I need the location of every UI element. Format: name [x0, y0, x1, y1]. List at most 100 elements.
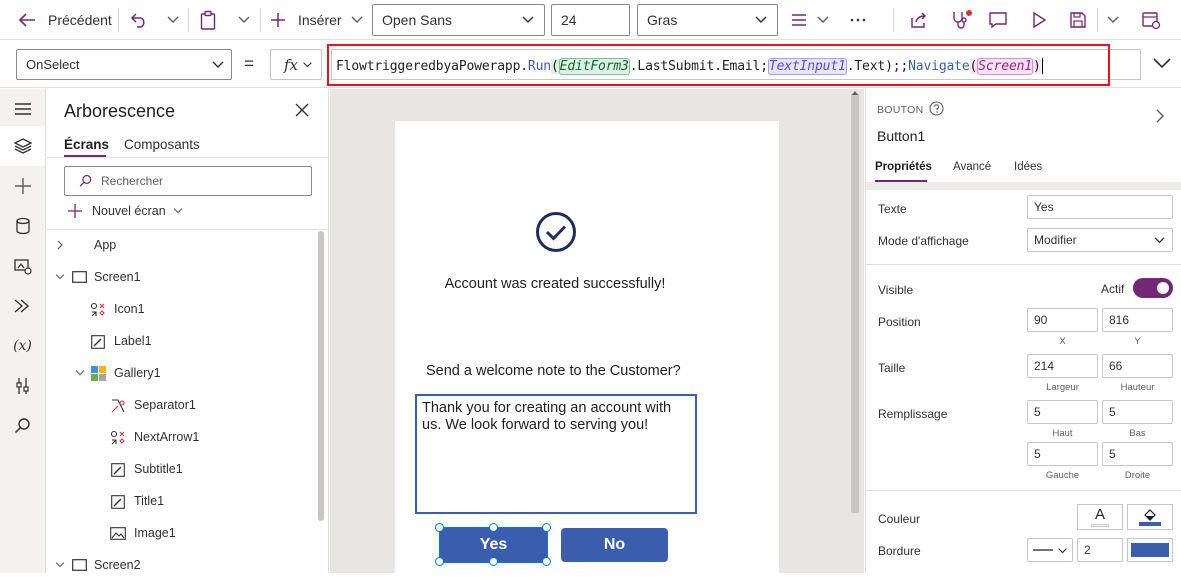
tree-item-label1[interactable]: Label1	[47, 325, 317, 357]
tab-advanced[interactable]: Avancé	[953, 161, 991, 173]
fx-button[interactable]: fx	[270, 49, 322, 80]
save-dropdown[interactable]	[1106, 0, 1120, 40]
expand-formula-button[interactable]	[1152, 56, 1172, 70]
insert-button[interactable]: Insérer	[270, 0, 364, 40]
tree-item-nextarrow1[interactable]: NextArrow1	[47, 421, 317, 453]
text-cursor	[1041, 58, 1043, 74]
data-button[interactable]	[0, 206, 45, 246]
border-color-button[interactable]	[1127, 538, 1173, 562]
chevron-right-icon[interactable]	[1155, 108, 1165, 124]
menu-button[interactable]	[0, 89, 45, 129]
search-rail-button[interactable]	[0, 406, 45, 446]
text-color-button[interactable]: A	[1077, 504, 1123, 530]
fill-color-button[interactable]	[1127, 504, 1173, 530]
visible-state: Actif	[1101, 282, 1125, 296]
scroll-up-arrow[interactable]	[851, 89, 859, 97]
paste-button[interactable]	[199, 0, 217, 40]
display-mode-dropdown[interactable]: Modifier	[1027, 228, 1173, 252]
undo-button[interactable]	[130, 0, 148, 40]
resize-handle[interactable]	[542, 557, 551, 566]
close-panel-button[interactable]	[295, 103, 309, 117]
tab-components[interactable]: Composants	[124, 137, 200, 152]
preview-button[interactable]	[1030, 0, 1048, 40]
new-screen-button[interactable]: Nouvel écran	[68, 204, 184, 218]
formula-token: Run	[527, 58, 551, 74]
note-text-input[interactable]: Thank you for creating an account with u…	[415, 394, 697, 514]
resize-handle[interactable]	[542, 523, 551, 532]
panel-title: Arborescence	[64, 101, 176, 121]
tree-item-title1[interactable]: Title1	[47, 485, 317, 517]
chevron-down-icon	[211, 60, 225, 70]
insert-label: Insérer	[298, 12, 342, 28]
resize-handle[interactable]	[435, 523, 444, 532]
visible-toggle[interactable]	[1133, 278, 1173, 298]
tree-item-label: Separator1	[134, 398, 196, 412]
tree-item-subtitle1[interactable]: Subtitle1	[47, 453, 317, 485]
tree-item-label: Icon1	[114, 302, 145, 316]
tools-button[interactable]	[0, 366, 45, 406]
tab-screens[interactable]: Écrans	[64, 137, 109, 152]
display-mode-value: Modifier	[1034, 233, 1077, 247]
resize-handle[interactable]	[435, 557, 444, 566]
tab-ideas[interactable]: Idées	[1014, 161, 1042, 173]
chevron-down-icon	[1057, 547, 1068, 555]
y-input[interactable]: 816	[1102, 308, 1173, 332]
align-button[interactable]	[790, 0, 830, 40]
tree-scrollbar[interactable]	[318, 231, 324, 521]
no-button[interactable]: No	[561, 528, 668, 562]
text-property-input[interactable]: Yes	[1027, 195, 1173, 219]
padding-right-input[interactable]: 5	[1102, 442, 1173, 466]
tree-item-image1[interactable]: Image1	[47, 517, 317, 549]
tab-properties[interactable]: Propriétés	[875, 161, 932, 173]
formula-token: .Text	[846, 58, 886, 74]
height-value: 66	[1109, 359, 1123, 373]
tree-view-button[interactable]	[0, 126, 45, 166]
help-icon[interactable]	[929, 101, 944, 116]
color-label: Couleur	[878, 512, 921, 526]
tree-item-gallery1[interactable]: Gallery1	[47, 357, 317, 389]
tree-item-screen1[interactable]: Screen1	[47, 261, 317, 293]
save-button[interactable]	[1069, 0, 1087, 40]
search-input[interactable]: Rechercher	[64, 166, 312, 196]
chevron-down-icon	[302, 61, 313, 69]
border-style-dropdown[interactable]	[1027, 538, 1073, 562]
paste-dropdown[interactable]	[237, 0, 251, 40]
border-width-input[interactable]: 2	[1077, 538, 1123, 562]
padding-bottom-input[interactable]: 5	[1102, 400, 1173, 424]
comments-button[interactable]	[988, 0, 1008, 40]
font-family-value: Open Sans	[382, 12, 453, 28]
insert-rail-button[interactable]	[0, 166, 45, 206]
divider	[866, 490, 1181, 491]
padding-left-input[interactable]: 5	[1027, 442, 1098, 466]
tree-item-app[interactable]: App	[47, 229, 317, 261]
resize-handle[interactable]	[489, 557, 498, 566]
publish-button[interactable]	[1141, 0, 1161, 40]
app-checker-button[interactable]	[950, 0, 972, 40]
power-automate-button[interactable]	[0, 286, 45, 326]
font-weight-dropdown[interactable]: Gras	[637, 4, 778, 36]
font-family-dropdown[interactable]: Open Sans	[372, 4, 545, 36]
property-dropdown[interactable]: OnSelect	[16, 49, 232, 80]
new-screen-label: Nouvel écran	[92, 204, 166, 218]
height-input[interactable]: 66	[1102, 354, 1173, 378]
media-button[interactable]	[0, 246, 45, 286]
more-button[interactable]	[850, 0, 866, 40]
tree-item-separator1[interactable]: Separator1	[47, 389, 317, 421]
x-input[interactable]: 90	[1027, 308, 1098, 332]
divider	[866, 182, 1181, 190]
chevron-down-icon	[172, 207, 184, 215]
width-input[interactable]: 214	[1027, 354, 1098, 378]
variables-button[interactable]: (x)	[0, 326, 45, 366]
tree-item-icon1[interactable]: Icon1	[47, 293, 317, 325]
visible-label: Visible	[878, 283, 914, 297]
undo-dropdown[interactable]	[166, 0, 180, 40]
share-button[interactable]	[909, 0, 929, 40]
comment-icon	[988, 11, 1008, 29]
chevron-down-icon	[1106, 15, 1120, 25]
tree-item-screen2[interactable]: Screen2	[47, 549, 317, 581]
font-size-input[interactable]: 24	[551, 4, 630, 36]
resize-handle[interactable]	[489, 523, 498, 532]
back-button[interactable]: Précédent	[18, 0, 112, 40]
padding-top-input[interactable]: 5	[1027, 400, 1098, 424]
canvas-scrollbar[interactable]	[851, 93, 859, 513]
